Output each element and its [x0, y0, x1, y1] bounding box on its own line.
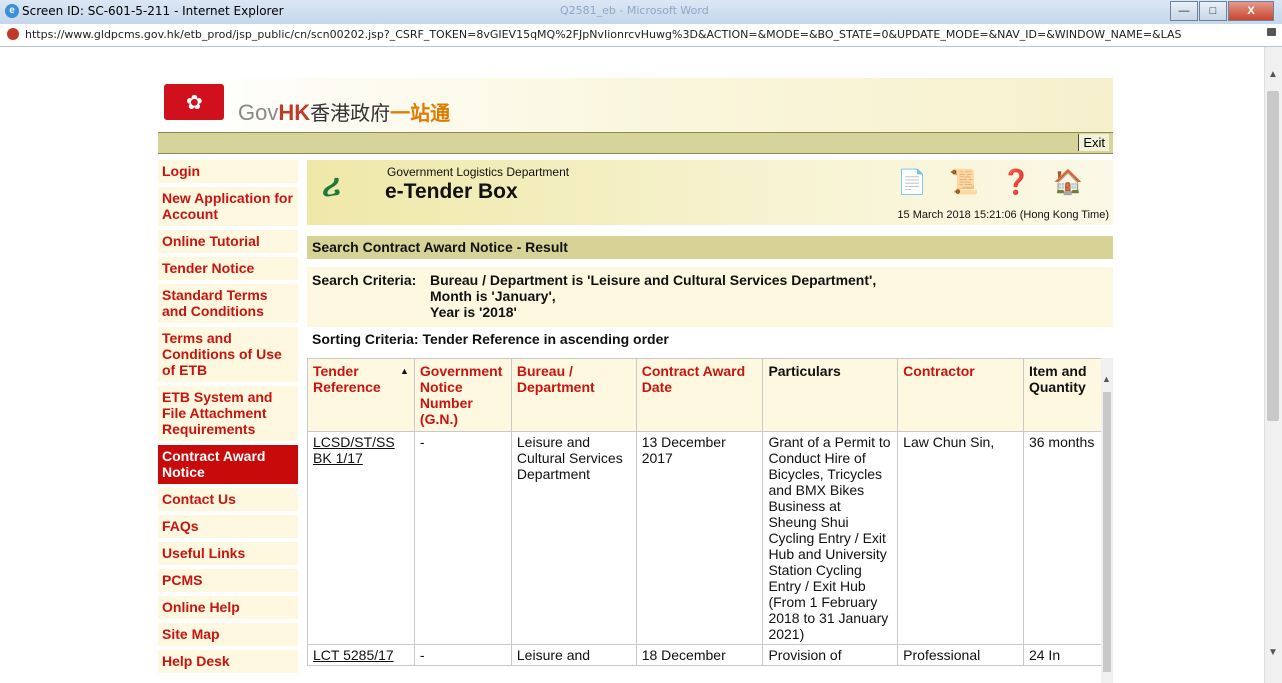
- menu-item[interactable]: Login: [158, 160, 298, 187]
- department-name: Government Logistics Department: [387, 165, 570, 179]
- quantity-cell: 24 In: [1022, 644, 1102, 666]
- certificate-icon[interactable]: 📜: [944, 165, 984, 201]
- govhk-header: ✿ GovHK香港政府一站通: [158, 78, 1113, 138]
- criteria-line: Year is '2018': [430, 304, 517, 320]
- timestamp: 15 March 2018 15:21:06 (Hong Kong Time): [897, 209, 1109, 221]
- particulars-cell: Grant of a Permit to Conduct Hire of Bic…: [762, 431, 899, 645]
- contractor-cell: Professional: [897, 644, 1024, 666]
- scroll-up-icon[interactable]: ▲: [1268, 69, 1278, 80]
- maximize-button[interactable]: □: [1199, 1, 1227, 21]
- page-title: Search Contract Award Notice - Result: [307, 236, 1113, 259]
- column-header-item-quantity: Item and Quantity: [1022, 358, 1102, 432]
- table-scrollbar[interactable]: ▲: [1101, 358, 1113, 683]
- menu-item[interactable]: Online Tutorial: [158, 230, 298, 257]
- contractor-cell: Law Chun Sin,: [897, 431, 1024, 645]
- column-header-gn[interactable]: Government Notice Number (G.N.): [413, 358, 512, 432]
- menu-item[interactable]: Contract Award Notice: [158, 445, 298, 488]
- menu-item[interactable]: FAQs: [158, 515, 298, 542]
- internet-explorer-icon: e: [5, 4, 19, 18]
- tender-reference-link[interactable]: LCSD/ST/SS BK 1/17: [313, 434, 395, 466]
- window-title: Screen ID: SC-601-5-211 - Internet Explo…: [22, 4, 284, 18]
- left-menu: Login New Application for Account Online T…: [158, 160, 298, 677]
- search-criteria: Search Criteria: Bureau / Department is …: [307, 267, 1113, 327]
- gld-logo-icon: ሪ: [322, 167, 341, 203]
- menu-item[interactable]: PCMS: [158, 569, 298, 596]
- table-row: LCT 5285/17 - Leisure and 18 December Pr…: [307, 644, 1102, 666]
- sorting-criteria: Sorting Criteria: Tender Reference in as…: [312, 331, 669, 347]
- close-button[interactable]: X: [1228, 1, 1274, 21]
- menu-item[interactable]: Useful Links: [158, 542, 298, 569]
- column-header-department[interactable]: Bureau / Department: [510, 358, 637, 432]
- menu-item[interactable]: Contact Us: [158, 488, 298, 515]
- background-window-title: Q2581_eb - Microsoft Word: [560, 4, 709, 17]
- menu-item[interactable]: New Application for Account: [158, 187, 298, 230]
- award-date-cell: 18 December: [635, 644, 764, 666]
- address-bar[interactable]: https://www.gldpcms.gov.hk/etb_prod/jsp_…: [0, 24, 1282, 47]
- menu-item[interactable]: Site Map: [158, 623, 298, 650]
- column-header-award-date[interactable]: Contract Award Date: [635, 358, 764, 432]
- menu-item[interactable]: ETB System and File Attachment Requireme…: [158, 386, 298, 445]
- lock-icon[interactable]: [1267, 28, 1276, 36]
- menu-item[interactable]: Help Desk: [158, 650, 298, 677]
- menu-item[interactable]: Terms and Conditions of Use of ETB: [158, 327, 298, 386]
- column-header-contractor[interactable]: Contractor: [897, 358, 1024, 432]
- header-bar: Exit: [158, 132, 1113, 154]
- page-scrollbar[interactable]: ▲ ▼: [1264, 47, 1282, 683]
- document-icon[interactable]: 📄: [892, 165, 932, 201]
- menu-item[interactable]: Standard Terms and Conditions: [158, 284, 298, 327]
- url-field[interactable]: https://www.gldpcms.gov.hk/etb_prod/jsp_…: [25, 28, 1255, 41]
- home-icon[interactable]: 🏠: [1048, 165, 1088, 201]
- criteria-line: Bureau / Department is 'Leisure and Cult…: [430, 272, 877, 288]
- gn-cell: -: [413, 431, 512, 645]
- gn-cell: -: [413, 644, 512, 666]
- window-titlebar: e Screen ID: SC-601-5-211 - Internet Exp…: [0, 0, 1282, 25]
- minimize-button[interactable]: —: [1170, 1, 1198, 21]
- particulars-cell: Provision of: [762, 644, 899, 666]
- menu-item[interactable]: Tender Notice: [158, 257, 298, 284]
- scroll-thumb[interactable]: [1267, 91, 1279, 421]
- award-date-cell: 13 December 2017: [635, 431, 764, 645]
- column-header-tender-reference[interactable]: ▲ Tender Reference: [307, 358, 415, 432]
- department-cell: Leisure and: [510, 644, 637, 666]
- column-header-particulars: Particulars: [762, 358, 899, 432]
- scroll-thumb[interactable]: [1103, 392, 1111, 672]
- scroll-up-icon[interactable]: ▲: [1102, 374, 1111, 384]
- help-icon[interactable]: ❓: [996, 165, 1036, 201]
- table-row: LCSD/ST/SS BK 1/17 - Leisure and Cultura…: [307, 431, 1102, 645]
- etb-banner: ሪ Government Logistics Department e-Tend…: [307, 160, 1113, 225]
- hksar-flag-icon: ✿: [164, 84, 224, 120]
- sort-ascending-icon[interactable]: ▲: [400, 363, 409, 379]
- tender-reference-link[interactable]: LCT 5285/17: [313, 647, 394, 663]
- department-cell: Leisure and Cultural Services Department: [510, 431, 637, 645]
- criteria-label: Search Criteria:: [312, 272, 417, 288]
- quantity-cell: 36 months: [1022, 431, 1102, 645]
- results-table-container[interactable]: ▲ Tender Reference Government Notice Numb…: [307, 358, 1102, 683]
- certificate-error-icon[interactable]: [7, 28, 19, 40]
- system-name: e-Tender Box: [385, 180, 518, 203]
- results-table: ▲ Tender Reference Government Notice Numb…: [307, 358, 1102, 666]
- criteria-line: Month is 'January',: [430, 288, 556, 304]
- scroll-down-icon[interactable]: ▼: [1268, 647, 1278, 658]
- exit-button[interactable]: Exit: [1078, 134, 1109, 151]
- govhk-logo[interactable]: GovHK香港政府一站通: [238, 97, 450, 126]
- menu-item[interactable]: Online Help: [158, 596, 298, 623]
